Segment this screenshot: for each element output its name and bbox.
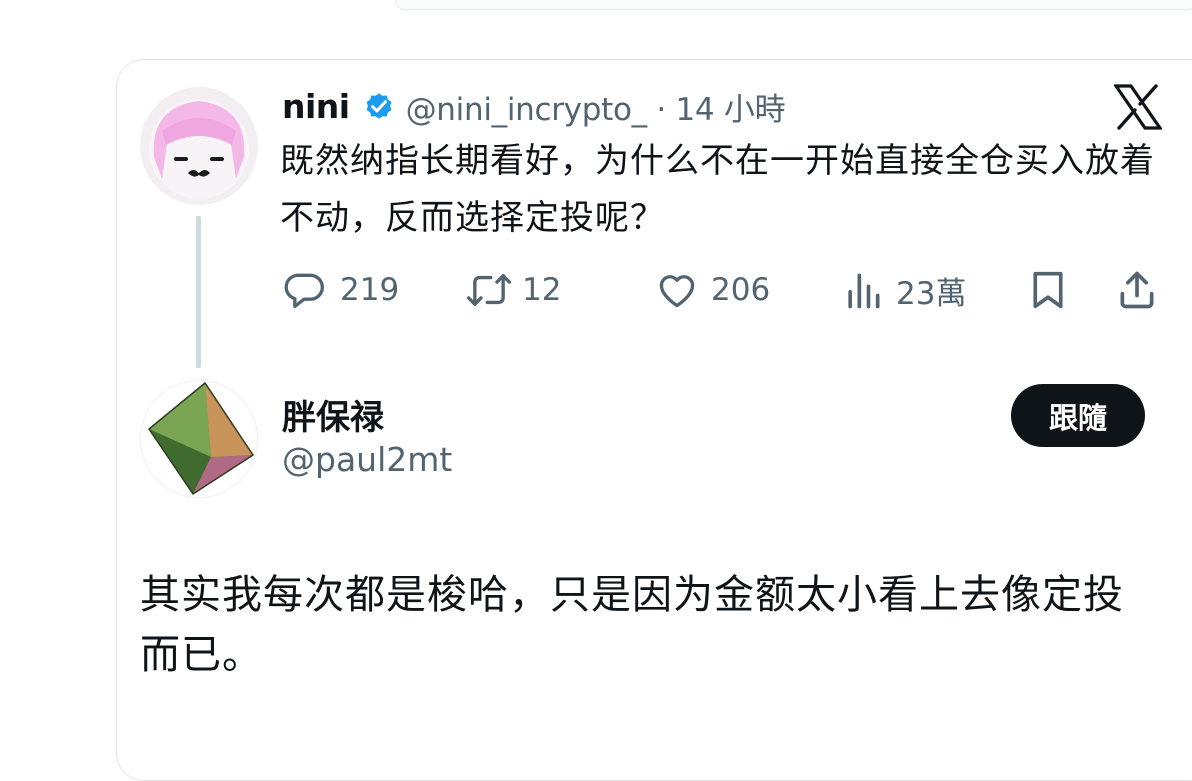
retweet-action[interactable]: 12	[466, 266, 561, 314]
verified-badge-icon	[362, 89, 396, 123]
like-count: 206	[711, 272, 771, 308]
reply-count: 219	[340, 272, 400, 308]
author-name[interactable]: nini	[282, 87, 350, 126]
share-icon	[1115, 268, 1159, 312]
bookmark-icon	[1028, 268, 1068, 312]
share-action[interactable]	[1115, 266, 1159, 314]
reply-action[interactable]: 219	[282, 266, 399, 314]
views-count: 23萬	[896, 275, 967, 312]
avatar-nini[interactable]	[140, 87, 258, 205]
bookmark-action[interactable]	[1028, 266, 1068, 314]
previous-card-edge	[395, 0, 1192, 10]
retweet-icon	[466, 268, 512, 312]
heart-icon	[655, 268, 699, 312]
parent-tweet-text: 既然纳指长期看好，为什么不在一开始直接全仓买入放着不动，反而选择定投呢？	[280, 141, 1155, 238]
views-action[interactable]: 23萬	[844, 266, 966, 314]
reply-author-handle[interactable]: @paul2mt	[282, 440, 452, 479]
follow-button[interactable]: 跟隨	[1011, 384, 1145, 447]
reply-bubble-icon	[282, 268, 326, 312]
parent-tweet-header: nini @nini_incrypto_ · 14 小時	[282, 84, 786, 129]
author-handle-time[interactable]: @nini_incrypto_ · 14 小時	[406, 84, 786, 129]
x-logo-icon[interactable]	[1112, 84, 1164, 130]
avatar-paul2mt[interactable]	[140, 380, 258, 498]
reply-author-name[interactable]: 胖保禄	[282, 390, 384, 439]
retweet-count: 12	[522, 272, 562, 308]
like-action[interactable]: 206	[655, 266, 770, 314]
bar-chart-icon	[844, 268, 882, 312]
reply-text: 其实我每次都是梭哈，只是因为金额太小看上去像定投而已。	[140, 572, 1124, 678]
thread-connector	[196, 216, 201, 368]
